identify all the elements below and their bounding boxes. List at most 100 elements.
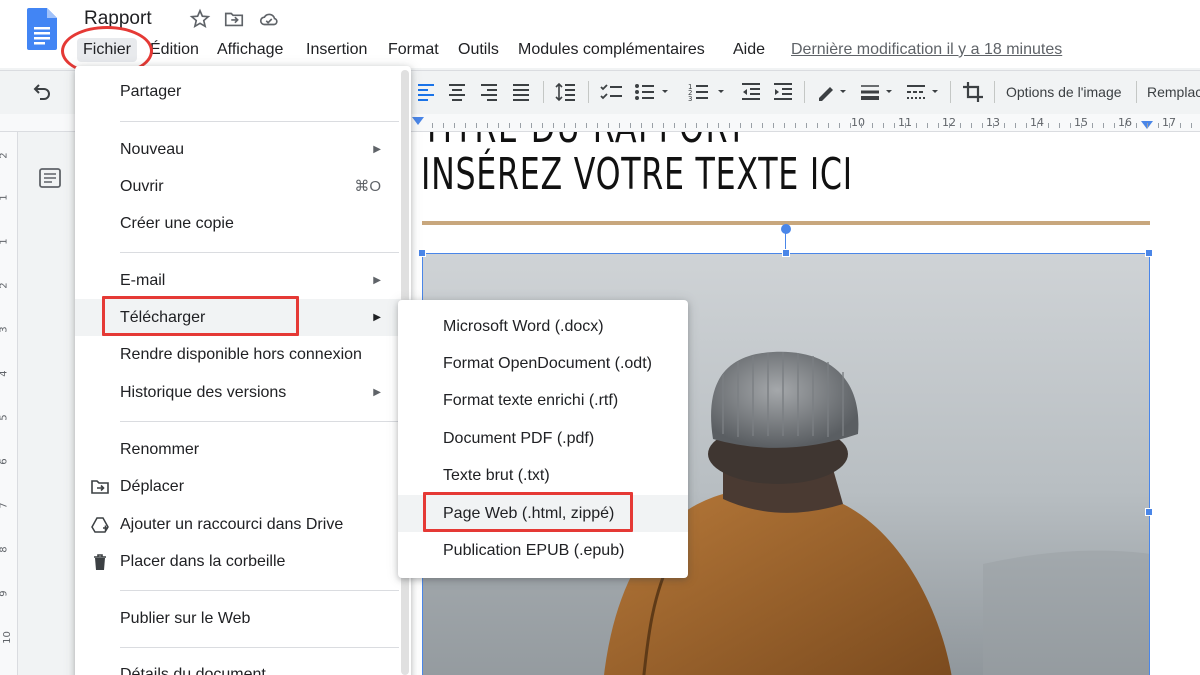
ruler-number: 10 [1, 631, 13, 644]
increase-indent-icon[interactable] [772, 81, 794, 103]
ruler-tick [817, 123, 818, 128]
toolbar-separator [1136, 81, 1137, 103]
bulleted-list-icon[interactable] [634, 81, 670, 103]
resize-handle-right[interactable] [1145, 508, 1153, 516]
menu-item-make-copy[interactable]: Créer une copie [75, 205, 411, 242]
align-left-icon[interactable] [415, 81, 437, 103]
resize-handle-tr[interactable] [1145, 249, 1153, 257]
image-options-button[interactable]: Options de l'image [1006, 84, 1122, 100]
crop-icon[interactable] [962, 81, 984, 103]
keyboard-shortcut: ⌘O [354, 178, 381, 195]
star-icon[interactable] [189, 8, 211, 30]
menu-item-label: Format texte enrichi (.rtf) [443, 392, 619, 409]
menu-item-add-shortcut[interactable]: Ajouter un raccourci dans Drive [75, 506, 411, 543]
menu-item-email[interactable]: E-mail ▶ [75, 262, 411, 299]
menu-item-version-history[interactable]: Historique des versions ▶ [75, 374, 411, 411]
left-indent-marker-icon[interactable] [411, 116, 425, 126]
ruler-tick [641, 123, 642, 128]
document-title-heading[interactable]: TITRE DU RAPPORT [422, 132, 747, 144]
decrease-indent-icon[interactable] [740, 81, 762, 103]
menu-insertion[interactable]: Insertion [300, 38, 373, 62]
undo-icon[interactable] [30, 81, 52, 103]
border-dash-icon[interactable] [906, 81, 942, 103]
menu-item-open[interactable]: Ouvrir ⌘O [75, 168, 411, 205]
toolbar-separator [588, 81, 589, 103]
ruler-tick [1026, 123, 1027, 128]
last-edit-link[interactable]: Dernière modification il y a 18 minutes [791, 38, 1062, 62]
menu-item-rename[interactable]: Renommer [75, 431, 411, 468]
menu-item-details[interactable]: Détails du document [75, 656, 411, 675]
cloud-saved-icon[interactable] [258, 8, 280, 30]
ruler-tick [938, 123, 939, 128]
ruler-tick [993, 123, 994, 128]
download-rtf[interactable]: Format texte enrichi (.rtf) [398, 382, 688, 419]
drive-shortcut-icon [91, 517, 109, 533]
ruler-tick [1125, 123, 1126, 128]
menu-item-label: Microsoft Word (.docx) [443, 318, 604, 335]
toolbar-separator [543, 81, 544, 103]
menu-item-label: Ouvrir [120, 178, 164, 195]
ruler-tick [982, 123, 983, 128]
border-color-icon[interactable] [816, 81, 850, 103]
trash-icon [94, 554, 106, 570]
align-center-icon[interactable] [446, 81, 468, 103]
download-docx[interactable]: Microsoft Word (.docx) [398, 308, 688, 345]
rotate-handle[interactable] [781, 224, 791, 234]
ruler-tick [487, 123, 488, 128]
menu-item-offline[interactable]: Rendre disponible hors connexion [75, 336, 411, 373]
checklist-icon[interactable] [600, 81, 624, 103]
ruler-tick [861, 123, 862, 128]
ruler-tick [971, 123, 972, 128]
menu-affichage[interactable]: Affichage [211, 38, 289, 62]
ruler-tick [960, 123, 961, 128]
document-outline-icon[interactable] [39, 168, 61, 188]
title-bar: Rapport Fichier Édition Affichage Insert… [0, 0, 1200, 76]
download-epub[interactable]: Publication EPUB (.epub) [398, 532, 688, 569]
menu-item-label: Format OpenDocument (.odt) [443, 355, 652, 372]
ruler-tick [443, 123, 444, 128]
resize-handle-tl[interactable] [418, 249, 426, 257]
border-weight-icon[interactable] [860, 81, 896, 103]
ruler-tick [564, 123, 565, 128]
menu-separator [120, 121, 399, 122]
menu-item-publish[interactable]: Publier sur le Web [75, 600, 411, 637]
resize-handle-top[interactable] [782, 249, 790, 257]
menu-item-share[interactable]: Partager [75, 73, 411, 110]
ruler-tick [1103, 123, 1104, 128]
ruler-number: 1 [0, 238, 10, 244]
menu-item-label: Publication EPUB (.epub) [443, 542, 625, 559]
ruler-tick [784, 123, 785, 128]
menu-outils[interactable]: Outils [452, 38, 505, 62]
menu-format[interactable]: Format [382, 38, 445, 62]
menu-item-label: Nouveau [120, 141, 185, 158]
menu-item-move[interactable]: Déplacer [75, 468, 411, 505]
download-odt[interactable]: Format OpenDocument (.odt) [398, 345, 688, 382]
ruler-tick [916, 123, 917, 128]
line-spacing-icon[interactable] [555, 81, 577, 103]
ruler-tick [1092, 123, 1093, 128]
download-pdf[interactable]: Document PDF (.pdf) [398, 420, 688, 457]
ruler-tick [674, 123, 675, 128]
download-txt[interactable]: Texte brut (.txt) [398, 457, 688, 494]
ruler-tick [630, 123, 631, 128]
ruler-tick [850, 123, 851, 128]
menu-bar: Fichier Édition Affichage Insertion Form… [0, 38, 1200, 64]
ruler-tick [707, 123, 708, 128]
ruler-number: 4 [0, 370, 10, 376]
vertical-ruler[interactable]: 2 1 1 2 3 4 5 6 7 8 9 10 [0, 132, 18, 675]
menu-item-new[interactable]: Nouveau ▶ [75, 131, 411, 168]
replace-image-button[interactable]: Remplac [1147, 84, 1200, 100]
menu-aide[interactable]: Aide [727, 38, 771, 62]
align-right-icon[interactable] [478, 81, 500, 103]
menu-edition[interactable]: Édition [144, 38, 205, 62]
menu-item-label: Document PDF (.pdf) [443, 430, 595, 447]
move-folder-icon[interactable] [223, 8, 245, 30]
menu-item-label: Texte brut (.txt) [443, 467, 550, 484]
ruler-tick [1169, 123, 1170, 128]
menu-item-label: Déplacer [120, 478, 185, 495]
align-justify-icon[interactable] [510, 81, 532, 103]
menu-item-trash[interactable]: Placer dans la corbeille [75, 543, 411, 580]
numbered-list-icon[interactable]: 1 2 3 [688, 81, 726, 103]
menu-modules[interactable]: Modules complémentaires [512, 38, 711, 62]
document-subheading[interactable]: INSÉREZ VOTRE TEXTE ICI [421, 149, 853, 200]
